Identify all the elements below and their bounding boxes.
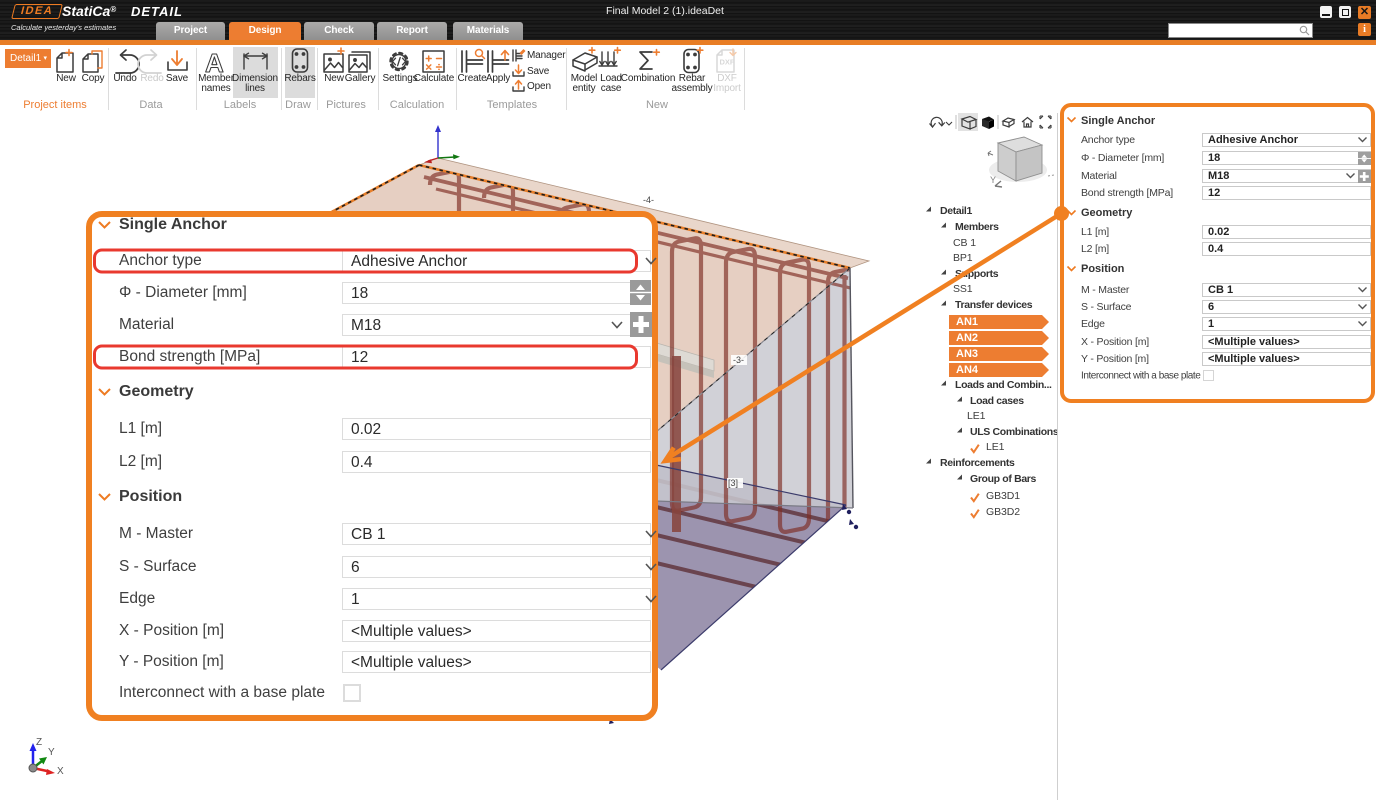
svg-text:Y: Y: [990, 175, 996, 185]
svg-text:Z: Z: [36, 737, 42, 748]
svg-text:-4-: -4-: [643, 195, 654, 205]
svg-text:-3-: -3-: [733, 355, 744, 365]
svg-text:Y: Y: [48, 747, 55, 758]
svg-text:X: X: [57, 766, 64, 777]
svg-text:[3]: [3]: [728, 478, 738, 488]
svg-text:DXF: DXF: [720, 58, 735, 67]
